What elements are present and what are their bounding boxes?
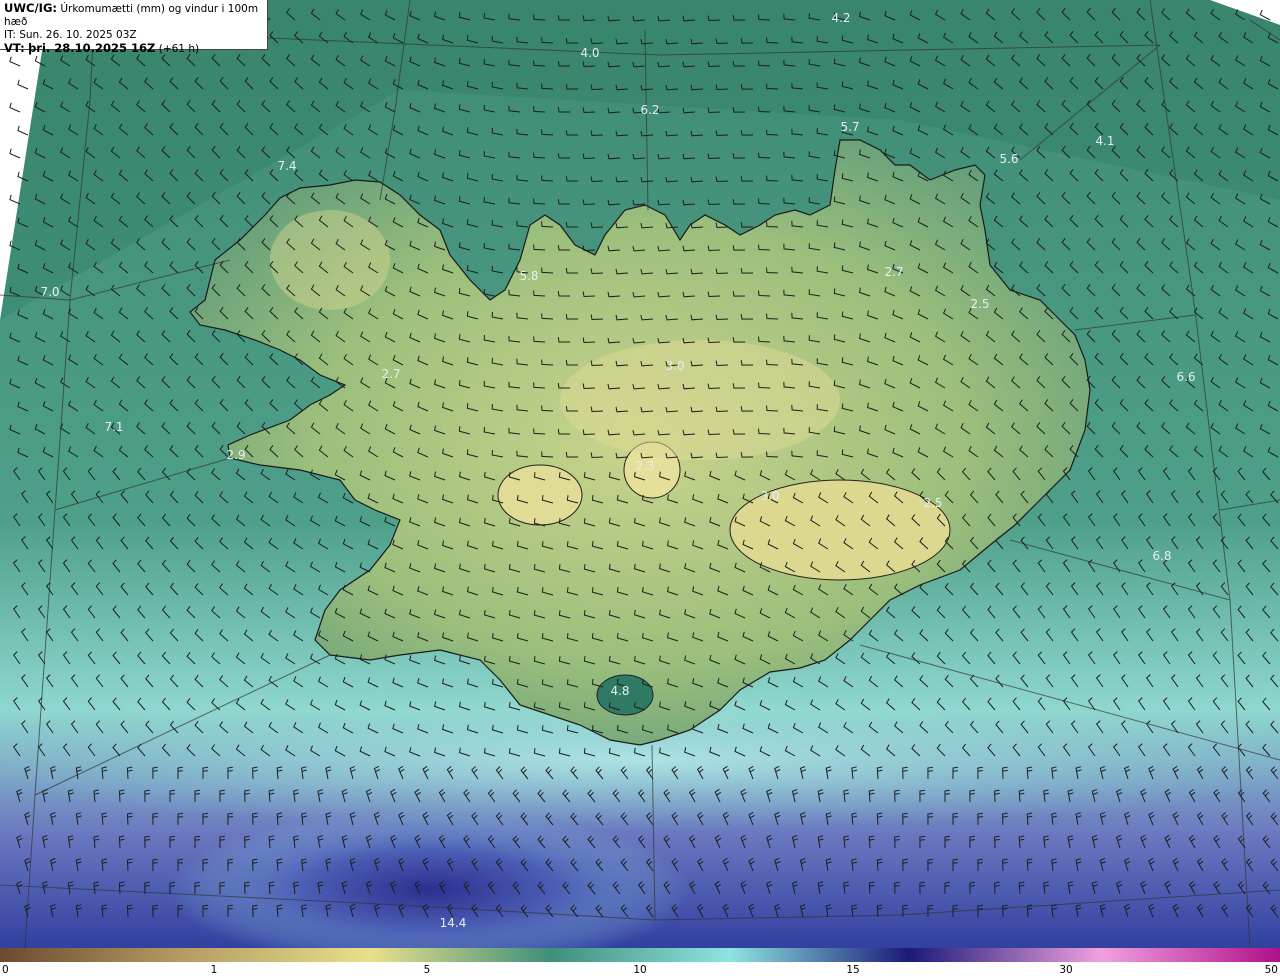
- precip-value-label: 3.0: [760, 489, 779, 503]
- precip-value-label: 2.7: [884, 265, 903, 279]
- colorbar-tick: 5: [423, 964, 431, 976]
- precip-value-label: 6.6: [1176, 370, 1195, 384]
- map-title-box: UWC/IG: Úrkomumætti (mm) og vindur i 100…: [0, 0, 268, 55]
- precip-value-label: 7.1: [104, 420, 123, 434]
- precip-value-label: 5.6: [999, 152, 1018, 166]
- product-code: UWC/IG:: [4, 1, 57, 15]
- precip-value-label: 2.3: [635, 459, 654, 473]
- precipitable-water-map: 4.2 4.0 6.2 5.7 5.6 4.1 7.4 5.8 2.7 2.5 7.0 2.7 6.6 7…: [0, 0, 1280, 948]
- precip-value-label: 4.8: [610, 684, 629, 698]
- colorbar-strip: [0, 948, 1280, 962]
- precip-value-label: 3.0: [665, 359, 684, 373]
- precip-value-label: 5.7: [840, 120, 859, 134]
- precip-value-label: 2.9: [226, 448, 245, 462]
- valid-label: VT:: [4, 41, 25, 55]
- precip-value-label: 4.2: [831, 11, 850, 25]
- precip-value-label: 6.8: [1152, 549, 1171, 563]
- colorbar: 0 1 5 10 15 30 50: [0, 948, 1280, 978]
- precip-value-label: 4.0: [580, 46, 599, 60]
- colorbar-tick: 0: [2, 964, 9, 976]
- precip-value-label: 7.0: [40, 285, 59, 299]
- lead-time: (+61 h): [158, 43, 200, 55]
- precip-value-label: 14.4: [440, 916, 467, 930]
- glacier: [497, 464, 583, 526]
- valid-time: þri. 28.10.2025 16Z: [28, 41, 156, 55]
- precip-value-label: 4.1: [1095, 134, 1114, 148]
- precip-value-label: 2.5: [970, 297, 989, 311]
- colorbar-tick: 10: [633, 964, 647, 976]
- precip-value-label: 7.4: [277, 159, 296, 173]
- colorbar-tick: 1: [210, 964, 218, 976]
- precip-value-label: 5.8: [519, 269, 538, 283]
- precip-value-label: 6.2: [640, 103, 659, 117]
- colorbar-tick: 50: [1264, 964, 1278, 976]
- precip-value-label: 2.5: [923, 496, 942, 510]
- precip-value-label: 2.7: [381, 367, 400, 381]
- colorbar-tick: 15: [846, 964, 860, 976]
- colorbar-tick: 30: [1059, 964, 1073, 976]
